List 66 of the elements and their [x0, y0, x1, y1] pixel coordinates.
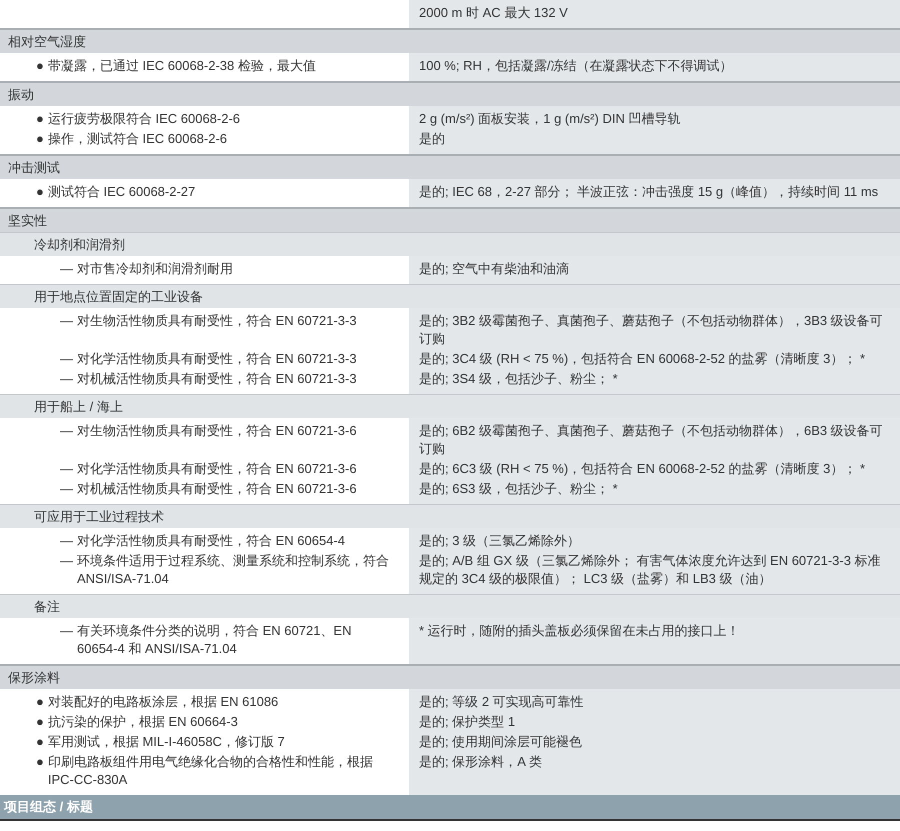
list-marker: —	[60, 260, 73, 278]
spec-value: 是的; IEC 68，2-27 部分； 半波正弦：冲击强度 15 g（峰值），持续时间 11 ms	[409, 179, 900, 207]
spec-value: 是的	[409, 129, 900, 154]
list-marker: —	[60, 552, 73, 570]
spec-label: 对生物活性物质具有耐受性，符合 EN 60721-3-6	[77, 422, 357, 440]
section-header: 冲击测试	[0, 154, 900, 179]
spec-value: * 运行时，随附的插头盖板必须保留在未占用的接口上！	[409, 618, 900, 664]
list-marker: ●	[36, 753, 44, 771]
spec-value: 是的; 6C3 级 (RH < 75 %)，包括符合 EN 60068-2-52 的盐雾（清晰度 3）； *	[409, 459, 900, 479]
spec-value: 是的; 空气中有柴油和油滴	[409, 256, 900, 284]
section-header: 振动	[0, 81, 900, 106]
list-marker: —	[60, 312, 73, 330]
list-marker: ●	[36, 57, 44, 75]
section-header: 相对空气湿度	[0, 28, 900, 53]
spec-label: 带凝露，已通过 IEC 60068-2-38 检验，最大值	[48, 57, 316, 75]
spec-label: 对市售冷却剂和润滑剂耐用	[77, 260, 233, 278]
list-marker: ●	[36, 130, 44, 148]
spec-value: 100 %; RH，包括凝露/冻结（在凝露状态下不得调试）	[409, 53, 900, 81]
spec-value: 是的; 等级 2 可实现高可靠性	[409, 689, 900, 712]
spec-label: 有关环境条件分类的说明，符合 EN 60721、EN 60654-4 和 ANSI/ISA-71.04	[77, 622, 352, 658]
spec-value: 2 g (m/s²) 面板安装，1 g (m/s²) DIN 凹槽导轨	[409, 106, 900, 129]
spec-label: 对机械活性物质具有耐受性，符合 EN 60721-3-6	[77, 480, 357, 498]
spec-label: 对化学活性物质具有耐受性，符合 EN 60654-4	[77, 532, 345, 550]
section-header: 备注	[0, 594, 900, 618]
spec-label: 运行疲劳极限符合 IEC 60068-2-6	[48, 110, 240, 128]
spec-label: 对生物活性物质具有耐受性，符合 EN 60721-3-3	[77, 312, 357, 330]
spec-value: 是的; A/B 组 GX 级（三氯乙烯除外； 有害气体浓度允许达到 EN 60721-3-3 标准规定的 3C4 级的极限值）； LC3 级（盐雾）和 LB3 级（油）	[409, 551, 900, 594]
spec-value: 是的; 使用期间涂层可能褪色	[409, 732, 900, 752]
spec-label: 抗污染的保护，根据 EN 60664-3	[48, 713, 238, 731]
section-header: 用于船上 / 海上	[0, 394, 900, 418]
section-header: 可应用于工业过程技术	[0, 504, 900, 528]
spec-value: 2000 m 时 AC 最大 132 V	[409, 0, 900, 28]
spec-value: 是的; 保护类型 1	[409, 712, 900, 732]
section-header: 保形涂料	[0, 664, 900, 689]
spec-value: 是的; 3B2 级霉菌孢子、真菌孢子、蘑菇孢子（不包括动物群体），3B3 级设备可订购	[409, 308, 900, 349]
list-marker: ●	[36, 693, 44, 711]
spec-value: 是的; 3 级（三氯乙烯除外）	[409, 528, 900, 551]
list-marker: —	[60, 422, 73, 440]
spec-label: 环境条件适用于过程系统、测量系统和控制系统，符合 ANSI/ISA-71.04	[77, 552, 390, 588]
spec-label: 军用测试，根据 MIL-I-46058C，修订版 7	[48, 733, 285, 751]
spec-value: 是的; 6B2 级霉菌孢子、真菌孢子、蘑菇孢子（不包括动物群体），6B3 级设备可订购	[409, 418, 900, 459]
spec-label: 操作，测试符合 IEC 60068-2-6	[48, 130, 228, 148]
list-marker: ●	[36, 183, 44, 201]
list-marker: —	[60, 370, 73, 388]
list-marker: —	[60, 460, 73, 478]
list-marker: ●	[36, 110, 44, 128]
list-marker: ●	[36, 733, 44, 751]
spec-label: 对化学活性物质具有耐受性，符合 EN 60721-3-3	[77, 350, 357, 368]
section-header: 用于地点位置固定的工业设备	[0, 284, 900, 308]
spec-value: 是的; 3S4 级，包括沙子、粉尘； *	[409, 369, 900, 394]
spec-label: 测试符合 IEC 60068-2-27	[48, 183, 196, 201]
spec-value: 是的; 3C4 级 (RH < 75 %)，包括符合 EN 60068-2-52 的盐雾（清晰度 3）； *	[409, 349, 900, 369]
list-marker: —	[60, 350, 73, 368]
list-marker: —	[60, 532, 73, 550]
list-marker: —	[60, 480, 73, 498]
section-header: 冷却剂和润滑剂	[0, 232, 900, 256]
list-marker: —	[60, 622, 73, 640]
spec-label: 印刷电路板组件用电气绝缘化合物的合格性和性能，根据 IPC-CC-830A	[48, 753, 374, 789]
spec-label: 对化学活性物质具有耐受性，符合 EN 60721-3-6	[77, 460, 357, 478]
table-footer-header: 项目组态 / 标题	[0, 795, 900, 821]
list-marker: ●	[36, 713, 44, 731]
spec-value: 是的; 6S3 级，包括沙子、粉尘； *	[409, 479, 900, 504]
spec-label: 对机械活性物质具有耐受性，符合 EN 60721-3-3	[77, 370, 357, 388]
spec-label: 对装配好的电路板涂层，根据 EN 61086	[48, 693, 278, 711]
section-header: 坚实性	[0, 207, 900, 232]
spec-value: 是的; 保形涂料，A 类	[409, 752, 900, 795]
